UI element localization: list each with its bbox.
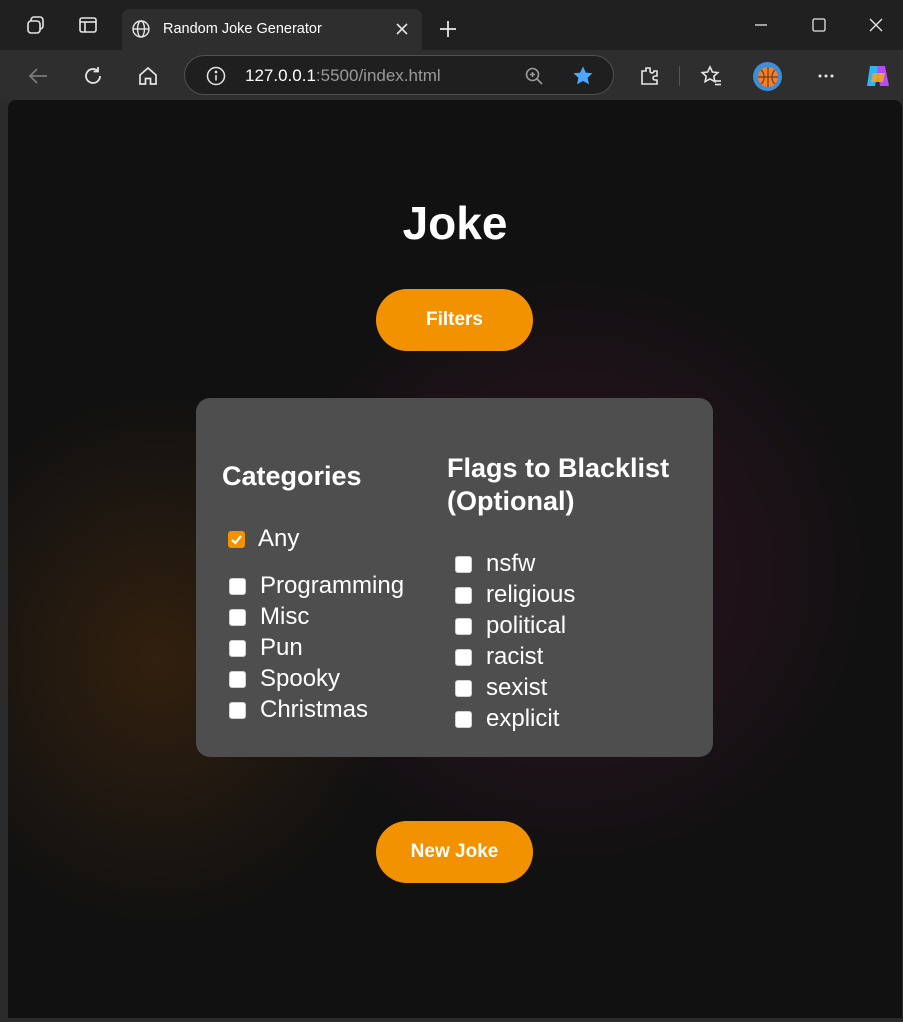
url-text: 127.0.0.1:5500/index.html bbox=[245, 66, 441, 86]
flag-label: racist bbox=[486, 643, 544, 670]
category-spooky[interactable]: Spooky bbox=[229, 664, 340, 694]
political-checkbox[interactable] bbox=[455, 617, 472, 635]
religious-checkbox[interactable] bbox=[455, 586, 472, 604]
christmas-checkbox[interactable] bbox=[229, 701, 246, 719]
flags-heading-line2: (Optional) bbox=[447, 486, 575, 516]
workspaces-icon[interactable] bbox=[25, 14, 47, 36]
category-label: Misc bbox=[260, 603, 310, 630]
flag-label: sexist bbox=[486, 674, 548, 701]
filters-panel: Categories Any Programming Misc Pun Spoo… bbox=[196, 398, 713, 757]
sexist-checkbox[interactable] bbox=[455, 679, 472, 697]
programming-checkbox[interactable] bbox=[229, 577, 246, 595]
more-options-icon[interactable] bbox=[814, 64, 838, 88]
misc-checkbox[interactable] bbox=[229, 608, 246, 626]
browser-toolbar: 127.0.0.1:5500/index.html bbox=[0, 50, 903, 100]
explicit-checkbox[interactable] bbox=[455, 710, 472, 728]
tab-title: Random Joke Generator bbox=[163, 21, 322, 37]
extensions-icon[interactable] bbox=[637, 64, 661, 88]
filters-button[interactable]: Filters bbox=[376, 289, 533, 351]
any-checkbox[interactable] bbox=[228, 530, 245, 548]
category-programming[interactable]: Programming bbox=[229, 571, 404, 601]
flag-explicit[interactable]: explicit bbox=[455, 704, 559, 734]
page-title: Joke bbox=[402, 197, 508, 249]
racist-checkbox[interactable] bbox=[455, 648, 472, 666]
zoom-icon[interactable] bbox=[523, 65, 545, 87]
category-label: Pun bbox=[260, 634, 303, 661]
close-tab-icon[interactable] bbox=[394, 21, 410, 37]
refresh-icon[interactable] bbox=[81, 64, 105, 88]
profile-avatar[interactable] bbox=[753, 62, 782, 91]
flag-label: religious bbox=[486, 581, 576, 608]
flags-heading: Flags to Blacklist (Optional) bbox=[447, 452, 707, 518]
flag-religious[interactable]: religious bbox=[455, 580, 575, 610]
url-host: 127.0.0.1 bbox=[245, 66, 316, 85]
maximize-icon[interactable] bbox=[810, 16, 828, 34]
basketball-icon bbox=[757, 66, 778, 87]
pun-checkbox[interactable] bbox=[229, 639, 246, 657]
flags-heading-line1: Flags to Blacklist bbox=[447, 453, 670, 483]
tab-random-joke-generator[interactable]: Random Joke Generator bbox=[122, 9, 422, 50]
globe-icon bbox=[131, 19, 151, 39]
tab-actions-icon[interactable] bbox=[77, 14, 99, 36]
new-joke-button[interactable]: New Joke bbox=[376, 821, 533, 883]
spooky-checkbox[interactable] bbox=[229, 670, 246, 688]
category-label: Programming bbox=[260, 572, 405, 599]
favorite-star-icon[interactable] bbox=[571, 64, 595, 88]
check-icon bbox=[231, 534, 242, 545]
category-label: Christmas bbox=[260, 696, 369, 723]
flag-label: political bbox=[486, 612, 567, 639]
site-info-icon[interactable] bbox=[205, 65, 227, 87]
flag-sexist[interactable]: sexist bbox=[455, 673, 547, 703]
category-misc[interactable]: Misc bbox=[229, 602, 309, 632]
minimize-icon[interactable] bbox=[752, 16, 770, 34]
nsfw-checkbox[interactable] bbox=[455, 555, 472, 573]
page-viewport: Joke Filters Categories Any Programming … bbox=[8, 100, 902, 1018]
any-label: Any bbox=[258, 525, 300, 552]
new-tab-icon[interactable] bbox=[438, 19, 458, 39]
copilot-icon[interactable] bbox=[863, 61, 893, 91]
favorites-icon[interactable] bbox=[699, 64, 723, 88]
flag-nsfw[interactable]: nsfw bbox=[455, 549, 535, 579]
address-bar[interactable]: 127.0.0.1:5500/index.html bbox=[184, 55, 614, 95]
category-pun[interactable]: Pun bbox=[229, 633, 303, 663]
flag-political[interactable]: political bbox=[455, 611, 566, 641]
flag-racist[interactable]: racist bbox=[455, 642, 543, 672]
category-any[interactable]: Any bbox=[228, 524, 299, 554]
toolbar-separator bbox=[679, 66, 680, 86]
flag-label: nsfw bbox=[486, 550, 536, 577]
close-window-icon[interactable] bbox=[867, 16, 885, 34]
flag-label: explicit bbox=[486, 705, 560, 732]
browser-titlebar: Random Joke Generator bbox=[0, 0, 903, 50]
category-label: Spooky bbox=[260, 665, 341, 692]
home-icon[interactable] bbox=[136, 64, 160, 88]
category-christmas[interactable]: Christmas bbox=[229, 695, 368, 725]
back-icon[interactable] bbox=[26, 64, 50, 88]
url-path: :5500/index.html bbox=[315, 66, 441, 85]
categories-heading: Categories bbox=[222, 461, 362, 491]
